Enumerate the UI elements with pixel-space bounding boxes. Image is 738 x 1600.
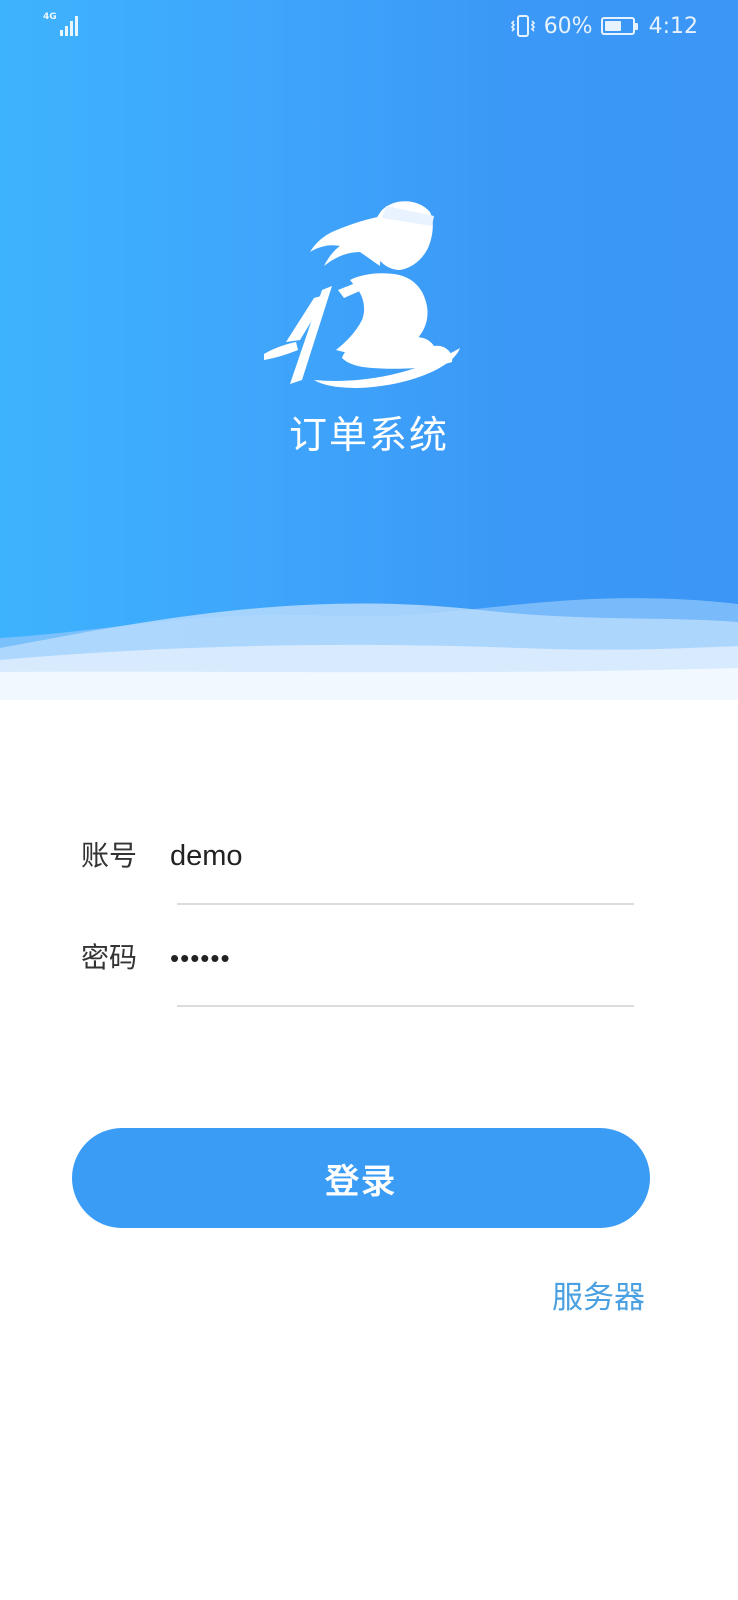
account-underline	[177, 903, 634, 905]
password-underline	[177, 1005, 634, 1007]
wave-decoration	[0, 598, 738, 700]
battery-percent: 60%	[543, 13, 593, 39]
status-right-group: 60% 4:12	[510, 12, 698, 40]
app-title: 订单系统	[288, 413, 449, 457]
vibrate-icon	[510, 15, 535, 37]
battery-icon	[600, 17, 638, 35]
password-input[interactable]	[170, 936, 630, 980]
login-screen: 4G 60% 4:12 订单系统 账号 demo 密码 •••••• 登录 服务…	[0, 0, 738, 1600]
server-settings-link[interactable]: 服务器	[552, 1276, 645, 1320]
battery-level-fill	[604, 21, 621, 31]
account-row: 账号	[0, 830, 738, 910]
signal-icon	[60, 16, 78, 36]
clock: 4:12	[648, 13, 698, 39]
account-input[interactable]	[170, 834, 630, 878]
swordsman-logo-icon	[264, 201, 460, 388]
account-label: 账号	[81, 839, 138, 872]
status-bar: 4G 60% 4:12	[0, 0, 738, 54]
header-banner: 4G 60% 4:12 订单系统	[0, 0, 738, 700]
password-row: 密码	[0, 932, 738, 1012]
login-button[interactable]: 登录	[72, 1128, 650, 1228]
password-label: 密码	[81, 941, 138, 974]
